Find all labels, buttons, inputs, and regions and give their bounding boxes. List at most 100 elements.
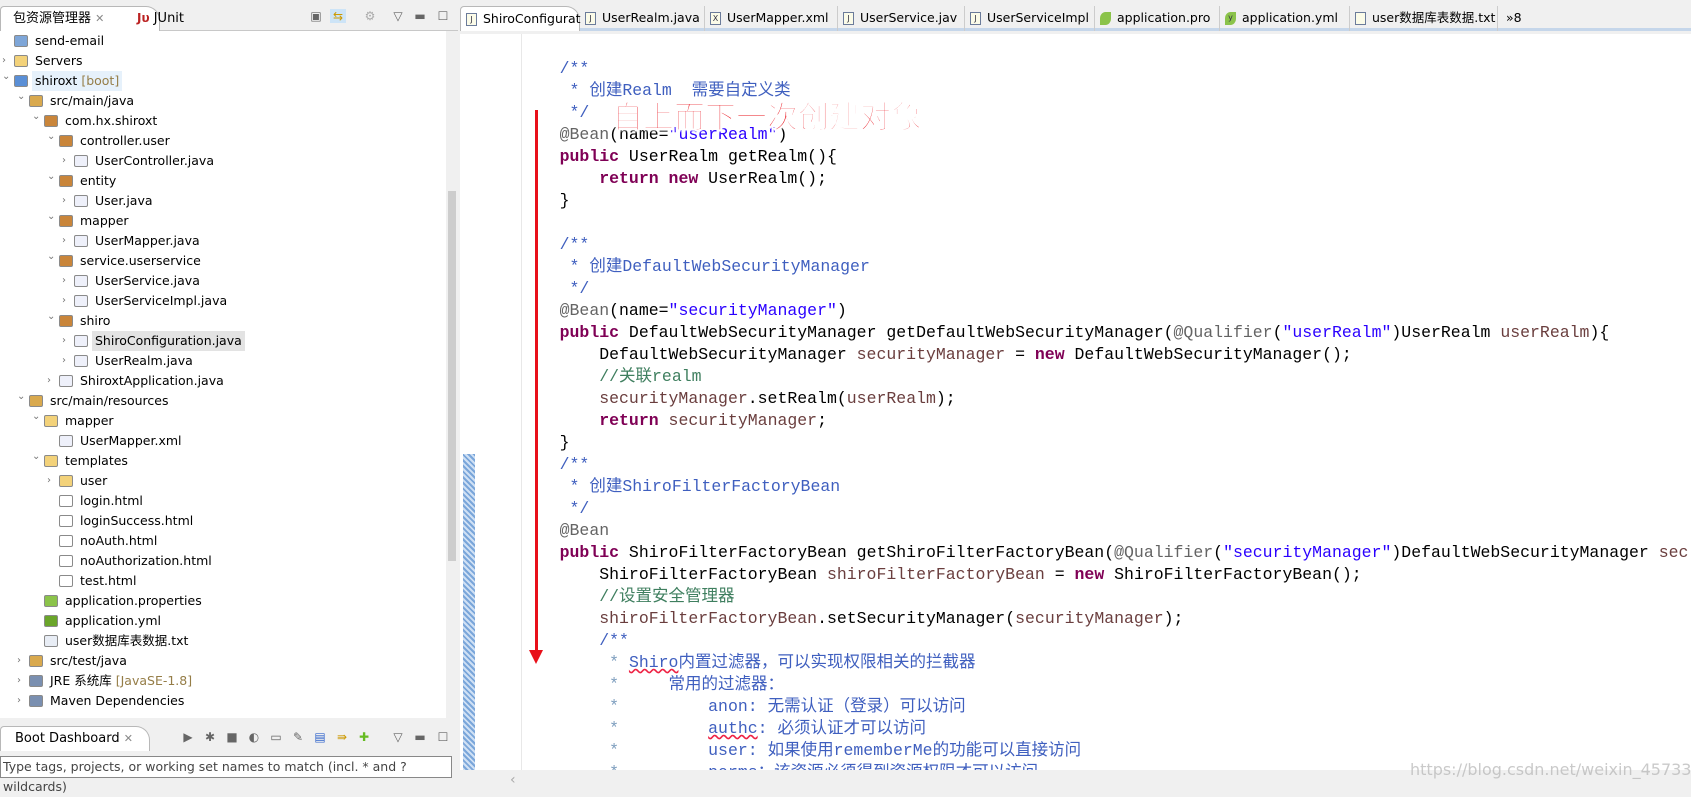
filter-icon[interactable]: ⚙ xyxy=(362,9,378,23)
tree-item[interactable]: › user xyxy=(0,471,446,491)
editor-tab[interactable]: y application.yml xyxy=(1220,6,1350,31)
chevron-right-icon[interactable]: › xyxy=(17,671,27,691)
tree-item[interactable]: application.yml xyxy=(0,611,446,631)
tree-item[interactable]: ⌄ entity xyxy=(0,171,446,191)
chevron-down-icon[interactable]: ⌄ xyxy=(32,447,42,467)
tree-item[interactable]: UserMapper.xml xyxy=(0,431,446,451)
open-browser-icon[interactable]: ◐ xyxy=(246,730,262,744)
add-icon[interactable]: ✚ xyxy=(356,730,372,744)
tree-item[interactable]: ⌄ shiro xyxy=(0,311,446,331)
chevron-down-icon[interactable]: ⌄ xyxy=(2,67,12,87)
console-icon[interactable]: ▭ xyxy=(268,730,284,744)
stop-icon[interactable]: ■ xyxy=(224,730,240,744)
chevron-right-icon[interactable]: › xyxy=(17,651,27,671)
chevron-down-icon[interactable]: ⌄ xyxy=(47,127,57,147)
boot-dashboard-filter-input[interactable]: Type tags, projects, or working set name… xyxy=(0,756,452,794)
tree-item[interactable]: › UserMapper.java xyxy=(0,231,446,251)
tree-item[interactable]: › UserServiceImpl.java xyxy=(0,291,446,311)
chevron-right-icon[interactable]: › xyxy=(62,291,72,311)
minimize-icon[interactable]: ▬ xyxy=(412,9,428,23)
editor-tab[interactable]: application.pro xyxy=(1095,6,1220,31)
tree-item[interactable]: ⌄ service.userservice xyxy=(0,251,446,271)
chevron-down-icon[interactable]: ⌄ xyxy=(47,167,57,187)
chevron-right-icon[interactable]: › xyxy=(47,371,57,391)
tab-boot-dashboard[interactable]: Boot Dashboard ✕ xyxy=(0,726,150,751)
editor-tab[interactable]: X UserMapper.xml xyxy=(705,6,838,31)
tree-item[interactable]: › ShiroxtApplication.java xyxy=(0,371,446,391)
tab-junit[interactable]: Jυ JUnit xyxy=(125,6,184,31)
editor-tab[interactable]: J UserService.jav xyxy=(838,6,965,31)
tree-item[interactable]: ⌄ src/main/java xyxy=(0,91,446,111)
code-token: ShiroFilterFactoryBean xyxy=(522,565,827,584)
code-area[interactable]: 1718− /**19 * 创建Realm 需要自定义类20 */21− @Be… xyxy=(522,34,1691,770)
more-tabs-button[interactable]: »8 xyxy=(1500,6,1522,31)
chevron-down-icon[interactable]: ⌄ xyxy=(17,87,27,107)
tree-item[interactable]: › Maven Dependencies xyxy=(0,691,446,711)
chevron-right-icon[interactable]: › xyxy=(62,231,72,251)
tree-item[interactable]: ⌄ com.hx.shiroxt xyxy=(0,111,446,131)
tree-item[interactable]: › Servers xyxy=(0,51,446,71)
close-icon[interactable]: ✕ xyxy=(95,12,104,25)
scroll-left-icon[interactable]: ‹ xyxy=(510,772,516,788)
tree-item[interactable]: ⌄ shiroxt [boot] xyxy=(0,71,446,91)
editor-tab-label: UserService.jav xyxy=(860,10,958,25)
view-menu-icon[interactable]: ▽ xyxy=(390,9,406,23)
chevron-right-icon[interactable]: › xyxy=(17,691,27,711)
expose-icon[interactable]: ⇛ xyxy=(334,730,350,744)
chevron-right-icon[interactable]: › xyxy=(47,471,57,491)
tree-item[interactable]: ⌄ src/main/resources xyxy=(0,391,446,411)
chevron-down-icon[interactable]: ⌄ xyxy=(47,247,57,267)
tree-item[interactable]: › User.java xyxy=(0,191,446,211)
start-icon[interactable]: ▶ xyxy=(180,730,196,744)
debug-icon[interactable]: ✱ xyxy=(202,730,218,744)
tree-item[interactable]: send-email xyxy=(0,31,446,51)
chevron-down-icon[interactable]: ⌄ xyxy=(17,387,27,407)
chevron-down-icon[interactable]: ⌄ xyxy=(47,307,57,327)
tree-item[interactable]: ⌄ templates xyxy=(0,451,446,471)
java-file-icon xyxy=(74,155,88,167)
tree-item[interactable]: application.properties xyxy=(0,591,446,611)
chevron-right-icon[interactable]: › xyxy=(62,151,72,171)
tree-item[interactable]: › ShiroConfiguration.java xyxy=(0,331,446,351)
tree-item[interactable]: ⌄ mapper xyxy=(0,211,446,231)
tree-scrollbar[interactable] xyxy=(446,31,458,718)
chevron-right-icon[interactable]: › xyxy=(62,331,72,351)
code-line: * 创建ShiroFilterFactoryBean xyxy=(522,476,841,498)
maximize-icon[interactable]: ☐ xyxy=(435,730,451,744)
tree-item[interactable]: ⌄ mapper xyxy=(0,411,446,431)
chevron-right-icon[interactable]: › xyxy=(62,191,72,211)
tree-item[interactable]: › JRE 系统库 [JavaSE-1.8] xyxy=(0,671,446,691)
table-icon[interactable]: ▤ xyxy=(312,730,328,744)
editor-tab[interactable]: JShiroConfigurat ✕ xyxy=(460,6,593,31)
tree-item[interactable]: ⌄ controller.user xyxy=(0,131,446,151)
editor-tab[interactable]: J UserServiceImpl xyxy=(965,6,1095,31)
collapse-all-icon[interactable]: ▣ xyxy=(308,9,324,23)
chevron-down-icon[interactable]: ⌄ xyxy=(32,407,42,427)
tree-item-text: user xyxy=(80,473,108,488)
tree-item[interactable]: loginSuccess.html xyxy=(0,511,446,531)
chevron-right-icon[interactable]: › xyxy=(62,271,72,291)
tree-item[interactable]: login.html xyxy=(0,491,446,511)
edit-icon[interactable]: ✎ xyxy=(290,730,306,744)
tree-item[interactable]: noAuth.html xyxy=(0,531,446,551)
tree-item[interactable]: user数据库表数据.txt xyxy=(0,631,446,651)
maximize-icon[interactable]: ☐ xyxy=(435,9,451,23)
chevron-right-icon[interactable]: › xyxy=(62,351,72,371)
tree-item[interactable]: › UserRealm.java xyxy=(0,351,446,371)
editor-tab-label: ShiroConfigurat xyxy=(483,11,581,26)
tree-item[interactable]: test.html xyxy=(0,571,446,591)
editor-tab[interactable]: user数据库表数据.txt xyxy=(1350,6,1498,31)
tree-item[interactable]: noAuthorization.html xyxy=(0,551,446,571)
editor-tab[interactable]: J UserRealm.java xyxy=(580,6,705,31)
view-menu-icon[interactable]: ▽ xyxy=(390,730,406,744)
minimize-icon[interactable]: ▬ xyxy=(412,730,428,744)
close-icon[interactable]: ✕ xyxy=(124,732,133,745)
tree-item[interactable]: › src/test/java xyxy=(0,651,446,671)
tree-item[interactable]: › UserController.java xyxy=(0,151,446,171)
scrollbar-thumb[interactable] xyxy=(448,191,456,561)
tree-item-label: login.html xyxy=(77,491,146,511)
link-with-editor-icon[interactable]: ⇆ xyxy=(330,9,346,23)
chevron-down-icon[interactable]: ⌄ xyxy=(47,207,57,227)
tree-item[interactable]: › UserService.java xyxy=(0,271,446,291)
chevron-down-icon[interactable]: ⌄ xyxy=(32,107,42,127)
